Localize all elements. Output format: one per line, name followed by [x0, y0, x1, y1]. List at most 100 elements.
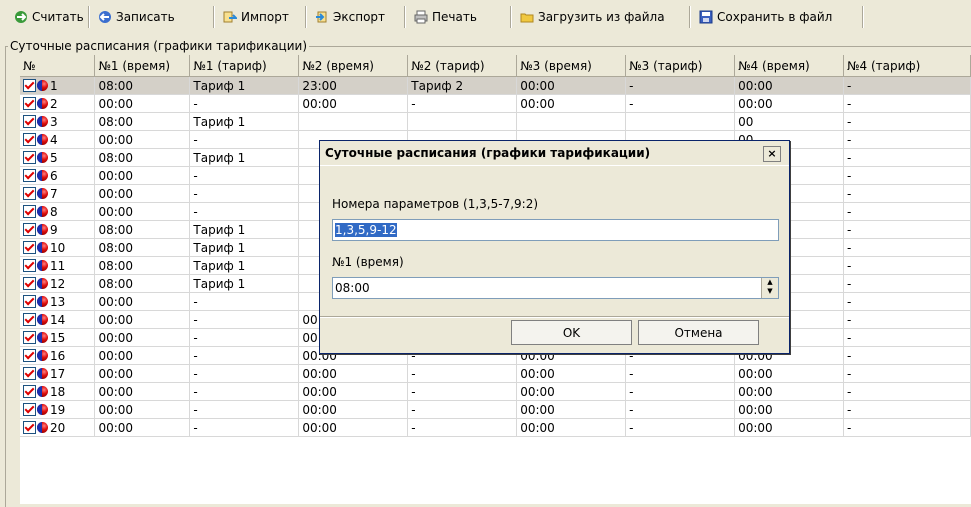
- table-cell[interactable]: 00: [734, 112, 845, 131]
- row-number-cell[interactable]: 1: [20, 76, 96, 95]
- table-cell[interactable]: -: [843, 382, 971, 401]
- col-header[interactable]: №2 (время): [298, 55, 409, 77]
- table-cell[interactable]: 08:00: [94, 274, 191, 293]
- table-cell[interactable]: 00:00: [94, 418, 191, 437]
- table-cell[interactable]: 00:00: [516, 76, 627, 95]
- col-header[interactable]: №3 (тариф): [625, 55, 736, 77]
- table-cell[interactable]: -: [407, 94, 518, 113]
- import-button[interactable]: Импорт: [217, 6, 295, 28]
- row-checkbox[interactable]: [23, 385, 36, 399]
- row-checkbox[interactable]: [23, 367, 36, 381]
- col-header[interactable]: №2 (тариф): [407, 55, 518, 77]
- load-from-file-button[interactable]: Загрузить из файла: [514, 6, 671, 28]
- table-cell[interactable]: [516, 112, 627, 131]
- row-number-cell[interactable]: 17: [20, 364, 96, 383]
- table-cell[interactable]: 00:00: [298, 382, 409, 401]
- table-cell[interactable]: 00:00: [734, 76, 845, 95]
- table-cell[interactable]: [625, 112, 736, 131]
- table-cell[interactable]: -: [407, 382, 518, 401]
- table-cell[interactable]: [298, 112, 409, 131]
- table-cell[interactable]: 00:00: [516, 94, 627, 113]
- table-row[interactable]: 1 08:00 Тариф 1 23:00 Тариф 2 00:00-00:00-: [20, 76, 971, 95]
- table-cell[interactable]: 00:00: [94, 292, 191, 311]
- row-checkbox[interactable]: [23, 205, 36, 219]
- table-cell[interactable]: 00:00: [516, 400, 627, 419]
- row-number-cell[interactable]: 14: [20, 310, 96, 329]
- table-cell[interactable]: -: [843, 238, 971, 257]
- table-cell[interactable]: -: [843, 400, 971, 419]
- table-cell[interactable]: -: [189, 130, 300, 149]
- spin-buttons[interactable]: ▲ ▼: [761, 278, 778, 298]
- cancel-button[interactable]: Отмена: [638, 320, 759, 345]
- row-number-cell[interactable]: 8: [20, 202, 96, 221]
- table-cell[interactable]: -: [625, 364, 736, 383]
- table-cell[interactable]: -: [625, 94, 736, 113]
- row-number-cell[interactable]: 4: [20, 130, 96, 149]
- table-cell[interactable]: 00:00: [516, 382, 627, 401]
- table-cell[interactable]: 00:00: [94, 202, 191, 221]
- row-number-cell[interactable]: 5: [20, 148, 96, 167]
- table-cell[interactable]: 00:00: [734, 418, 845, 437]
- table-cell[interactable]: -: [189, 202, 300, 221]
- row-checkbox[interactable]: [23, 151, 36, 165]
- row-number-cell[interactable]: 3: [20, 112, 96, 131]
- row-number-cell[interactable]: 18: [20, 382, 96, 401]
- row-checkbox[interactable]: [23, 331, 36, 345]
- col-header[interactable]: №1 (время): [94, 55, 191, 77]
- row-checkbox[interactable]: [23, 115, 36, 129]
- table-cell[interactable]: -: [407, 400, 518, 419]
- table-cell[interactable]: -: [843, 274, 971, 293]
- table-cell[interactable]: -: [189, 364, 300, 383]
- table-cell[interactable]: 00:00: [298, 94, 409, 113]
- table-cell[interactable]: -: [843, 346, 971, 365]
- table-row[interactable]: 18 00:00-00:00-00:00-00:00-: [20, 382, 971, 401]
- table-cell[interactable]: 00:00: [516, 364, 627, 383]
- table-cell[interactable]: -: [189, 382, 300, 401]
- table-cell[interactable]: 00:00: [94, 382, 191, 401]
- table-cell[interactable]: 08:00: [94, 76, 191, 95]
- table-cell[interactable]: Тариф 1: [189, 112, 300, 131]
- table-cell[interactable]: 00:00: [94, 310, 191, 329]
- row-checkbox[interactable]: [23, 313, 36, 327]
- table-cell[interactable]: -: [843, 364, 971, 383]
- row-number-cell[interactable]: 6: [20, 166, 96, 185]
- table-cell[interactable]: Тариф 2: [407, 76, 518, 95]
- table-cell[interactable]: 23:00: [298, 76, 409, 95]
- row-number-cell[interactable]: 15: [20, 328, 96, 347]
- table-cell[interactable]: -: [189, 166, 300, 185]
- table-cell[interactable]: Тариф 1: [189, 274, 300, 293]
- table-cell[interactable]: 00:00: [94, 184, 191, 203]
- table-cell[interactable]: Тариф 1: [189, 238, 300, 257]
- table-cell[interactable]: 00:00: [94, 364, 191, 383]
- row-checkbox[interactable]: [23, 349, 36, 363]
- table-cell[interactable]: 08:00: [94, 256, 191, 275]
- col-header[interactable]: №1 (тариф): [189, 55, 300, 77]
- table-cell[interactable]: Тариф 1: [189, 76, 300, 95]
- row-number-cell[interactable]: 16: [20, 346, 96, 365]
- table-cell[interactable]: 00:00: [94, 328, 191, 347]
- table-cell[interactable]: 00:00: [734, 400, 845, 419]
- table-cell[interactable]: -: [843, 166, 971, 185]
- table-cell[interactable]: -: [843, 220, 971, 239]
- row-checkbox[interactable]: [23, 421, 36, 435]
- row-checkbox[interactable]: [23, 403, 36, 417]
- print-button[interactable]: Печать: [408, 6, 483, 28]
- row-checkbox[interactable]: [23, 241, 36, 255]
- table-cell[interactable]: -: [189, 94, 300, 113]
- read-button[interactable]: Считать: [8, 6, 90, 28]
- table-cell[interactable]: -: [407, 418, 518, 437]
- table-cell[interactable]: -: [843, 202, 971, 221]
- table-cell[interactable]: 00:00: [734, 382, 845, 401]
- table-cell[interactable]: 00:00: [734, 94, 845, 113]
- row-number-cell[interactable]: 13: [20, 292, 96, 311]
- table-cell[interactable]: -: [189, 184, 300, 203]
- write-button[interactable]: Записать: [92, 6, 181, 28]
- row-number-cell[interactable]: 19: [20, 400, 96, 419]
- params-input[interactable]: 1,3,5,9-12: [332, 219, 779, 241]
- table-cell[interactable]: -: [407, 364, 518, 383]
- row-number-cell[interactable]: 9: [20, 220, 96, 239]
- row-number-cell[interactable]: 10: [20, 238, 96, 257]
- save-to-file-button[interactable]: Сохранить в файл: [693, 6, 838, 28]
- table-cell[interactable]: -: [843, 418, 971, 437]
- table-cell[interactable]: 00:00: [94, 400, 191, 419]
